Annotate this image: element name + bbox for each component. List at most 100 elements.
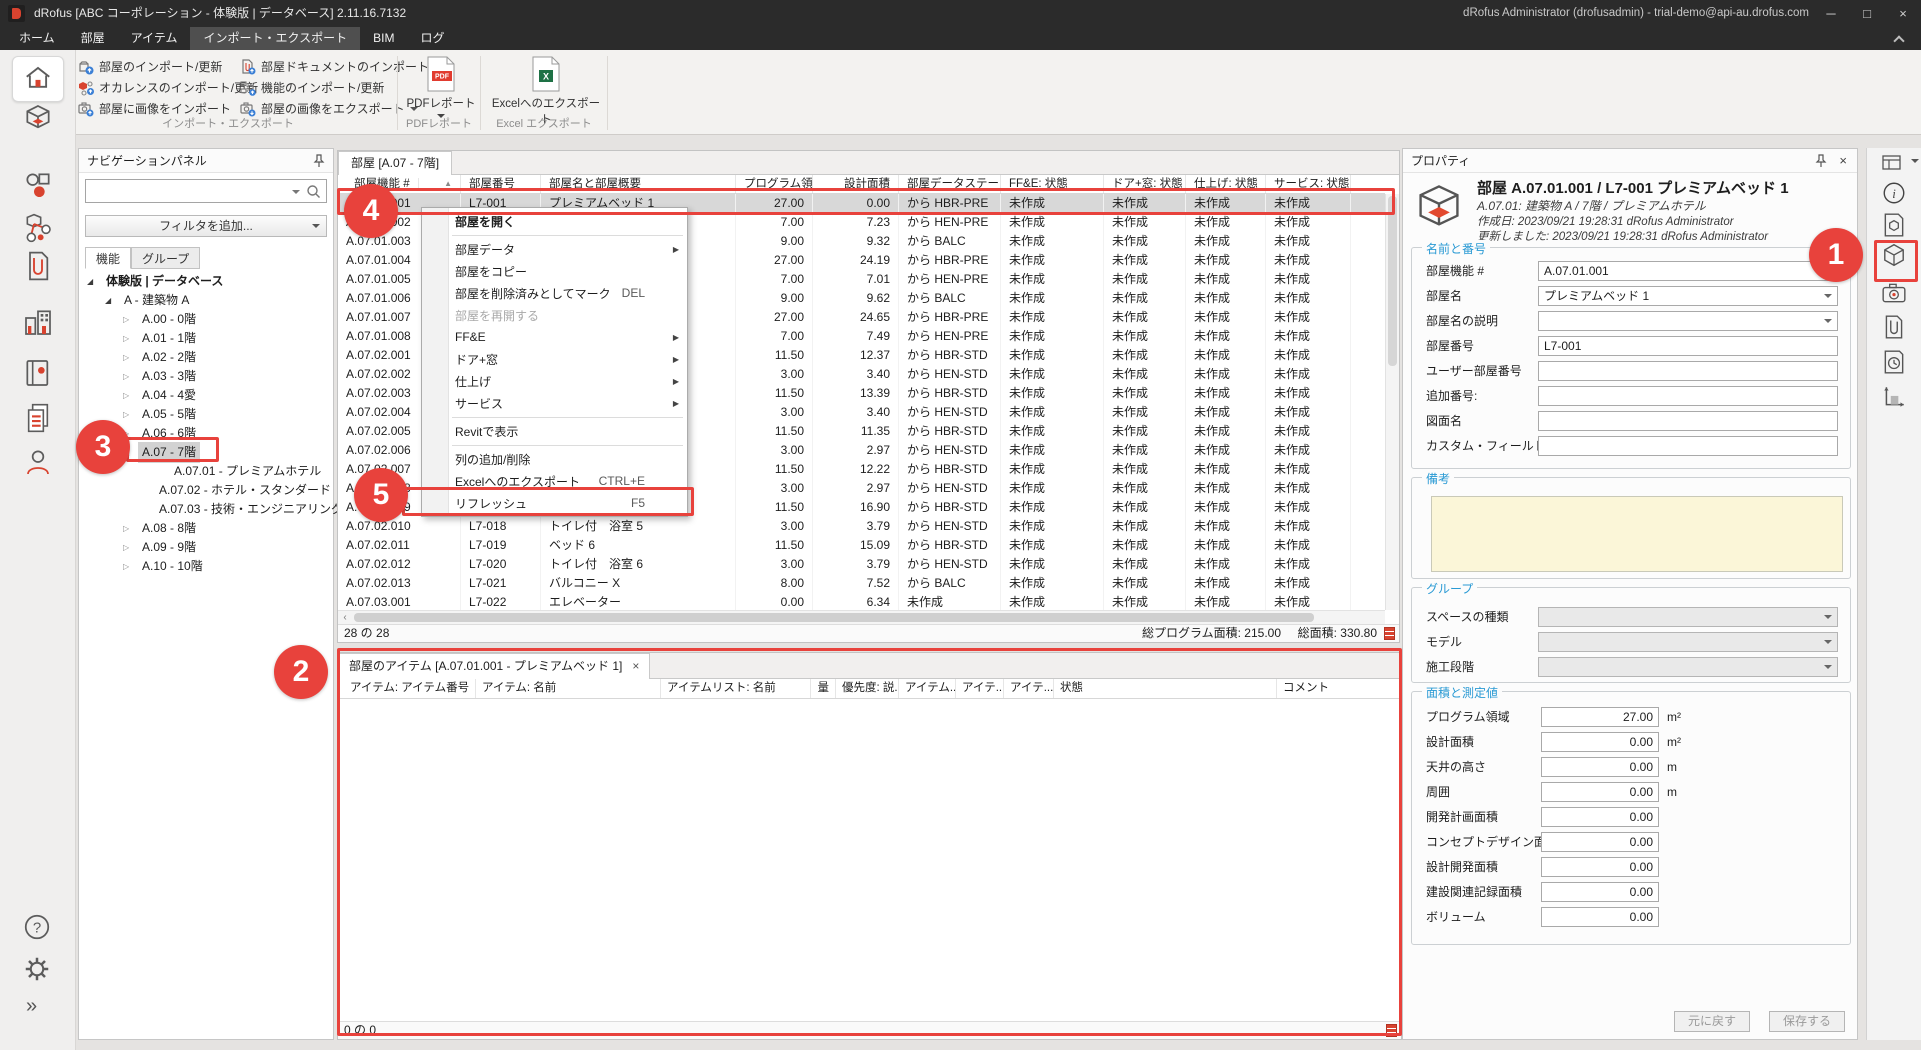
minimize-button[interactable]: ─ <box>1813 0 1849 27</box>
tree-item[interactable]: A.00 - 0階 <box>79 310 333 329</box>
tree-item[interactable]: A.02 - 2階 <box>79 348 333 367</box>
undo-button[interactable]: 元に戻す <box>1674 1011 1750 1032</box>
field-input[interactable]: 0.00 <box>1541 732 1659 752</box>
chevron-down-icon[interactable] <box>1824 615 1832 623</box>
field-input[interactable]: 0.00 <box>1541 907 1659 927</box>
context-menu-item[interactable]: 部屋データ <box>422 238 687 260</box>
close-icon[interactable]: × <box>1839 149 1847 173</box>
tree-item[interactable]: A.09 - 9階 <box>79 538 333 557</box>
report-icon[interactable] <box>1384 627 1395 640</box>
notes-textarea[interactable] <box>1431 496 1843 572</box>
context-menu-item[interactable]: ドア+窓 <box>422 348 687 370</box>
tree-item[interactable]: A.07.02 - ホテル・スタンダード <box>79 481 333 500</box>
import-rooms-button[interactable]: 部屋のインポート/更新 <box>78 56 258 77</box>
tree-item[interactable]: 体験版 | データベース <box>79 272 333 291</box>
history-log-icon[interactable] <box>1881 349 1907 375</box>
tree-item[interactable]: A.01 - 1階 <box>79 329 333 348</box>
field-input[interactable]: 0.00 <box>1541 832 1659 852</box>
maximize-button[interactable]: □ <box>1849 0 1885 27</box>
room-data-icon[interactable] <box>1881 212 1907 238</box>
tree-expander-icon[interactable] <box>123 405 138 424</box>
menu-item[interactable]: 部屋 <box>68 27 118 50</box>
occurrences-icon[interactable] <box>22 212 54 244</box>
menu-item[interactable]: ログ <box>407 27 457 50</box>
field-input[interactable]: 0.00 <box>1541 857 1659 877</box>
chevron-down-icon[interactable] <box>1824 319 1832 327</box>
menu-item[interactable]: アイテム <box>118 27 191 50</box>
import-functions-button[interactable]: 機能のインポート/更新 <box>240 77 429 98</box>
search-input[interactable] <box>85 179 327 203</box>
field-input[interactable] <box>1538 311 1838 331</box>
contacts-icon[interactable] <box>22 446 54 478</box>
nav-tab[interactable]: グループ <box>131 247 200 269</box>
tree-expander-icon[interactable] <box>123 538 138 557</box>
layout-selector-icon[interactable] <box>1881 151 1907 177</box>
context-menu-item[interactable]: 列の追加/削除 <box>422 448 687 470</box>
context-menu-item[interactable]: FF&E <box>422 326 687 348</box>
scroll-left-icon[interactable]: ‹ <box>338 611 352 624</box>
horizontal-scrollbar[interactable]: ‹ <box>338 610 1385 624</box>
tree-expander-icon[interactable] <box>123 557 138 576</box>
tree-expander-icon[interactable] <box>123 386 138 405</box>
tree-expander-icon[interactable] <box>123 348 138 367</box>
field-input[interactable]: 0.00 <box>1541 807 1659 827</box>
field-input[interactable]: 0.00 <box>1541 782 1659 802</box>
tree-item[interactable]: A.10 - 10階 <box>79 557 333 576</box>
chevron-down-icon[interactable] <box>1824 640 1832 648</box>
field-dropdown[interactable] <box>1538 657 1838 677</box>
vertical-scrollbar[interactable] <box>1385 194 1399 610</box>
context-menu-item[interactable]: 部屋を削除済みとしてマーク DEL <box>422 282 687 304</box>
pin-icon[interactable] <box>1815 154 1827 168</box>
field-input[interactable]: プレミアムベッド 1 <box>1538 286 1838 306</box>
collapse-ribbon-icon[interactable] <box>1895 34 1905 44</box>
table-row[interactable]: A.07.02.013 L7-021 バルコニー X 8.00 7.52 から … <box>338 574 1385 593</box>
field-input[interactable] <box>1538 411 1838 431</box>
logbook-icon[interactable] <box>22 357 54 389</box>
nav-tab[interactable]: 機能 <box>85 247 131 269</box>
table-row[interactable]: A.07.02.011 L7-019 ベッド 6 11.50 15.09 から … <box>338 536 1385 555</box>
menu-item[interactable]: BIM <box>360 27 407 50</box>
field-input[interactable]: 0.00 <box>1541 757 1659 777</box>
help-icon[interactable]: ? <box>22 912 54 944</box>
attachments-icon[interactable] <box>1881 314 1907 340</box>
chevron-down-icon[interactable] <box>292 190 300 198</box>
chevron-down-icon[interactable] <box>1824 294 1832 302</box>
tree-item[interactable]: A.03 - 3階 <box>79 367 333 386</box>
field-input[interactable]: 0.00 <box>1541 882 1659 902</box>
area-measurements-icon[interactable] <box>1881 384 1907 410</box>
expand-icon[interactable]: » <box>26 995 58 1027</box>
home-module-button[interactable] <box>12 56 64 102</box>
tree-expander-icon[interactable] <box>123 367 138 386</box>
field-dropdown[interactable] <box>1538 632 1838 652</box>
bim-model-icon[interactable] <box>22 102 54 134</box>
tree-expander-icon[interactable] <box>123 329 138 348</box>
tree-expander-icon[interactable] <box>123 519 138 538</box>
buildings-icon[interactable] <box>22 306 54 338</box>
field-input[interactable]: 27.00 <box>1541 707 1659 727</box>
field-input[interactable] <box>1538 436 1838 456</box>
attachments-icon[interactable] <box>22 250 54 282</box>
table-row[interactable]: A.07.03.001 L7-022 エレベーター 0.00 6.34 未作成 … <box>338 593 1385 610</box>
search-icon[interactable] <box>306 184 321 199</box>
reports-icon[interactable] <box>22 402 54 434</box>
context-menu-item[interactable]: 部屋をコピー <box>422 260 687 282</box>
table-row[interactable]: A.07.02.012 L7-020 トイレ付 浴室 6 3.00 3.79 か… <box>338 555 1385 574</box>
import-room-documents-button[interactable]: 部屋ドキュメントのインポート <box>240 56 429 77</box>
field-input[interactable]: A.07.01.001 <box>1538 261 1838 281</box>
menu-item[interactable]: インポート・エクスポート <box>190 27 360 50</box>
tree-expander-icon[interactable] <box>123 310 138 329</box>
tree-item[interactable]: A.04 - 4愛 <box>79 386 333 405</box>
objects-icon[interactable] <box>22 169 54 201</box>
field-dropdown[interactable] <box>1538 607 1838 627</box>
room-list-tab[interactable]: 部屋 [A.07 - 7階] <box>338 151 452 175</box>
tree-item[interactable]: A.07.03 - 技術・エンジニアリング <box>79 500 333 519</box>
tree-item[interactable]: A.05 - 5階 <box>79 405 333 424</box>
field-input[interactable] <box>1538 361 1838 381</box>
settings-gear-icon[interactable] <box>22 954 54 986</box>
add-filter-button[interactable]: フィルタを追加... <box>85 215 327 237</box>
field-input[interactable]: L7-001 <box>1538 336 1838 356</box>
tree-item[interactable]: A - 建築物 A <box>79 291 333 310</box>
tree-expander-icon[interactable] <box>87 272 102 291</box>
chevron-down-icon[interactable] <box>1824 665 1832 673</box>
save-button[interactable]: 保存する <box>1769 1011 1845 1032</box>
